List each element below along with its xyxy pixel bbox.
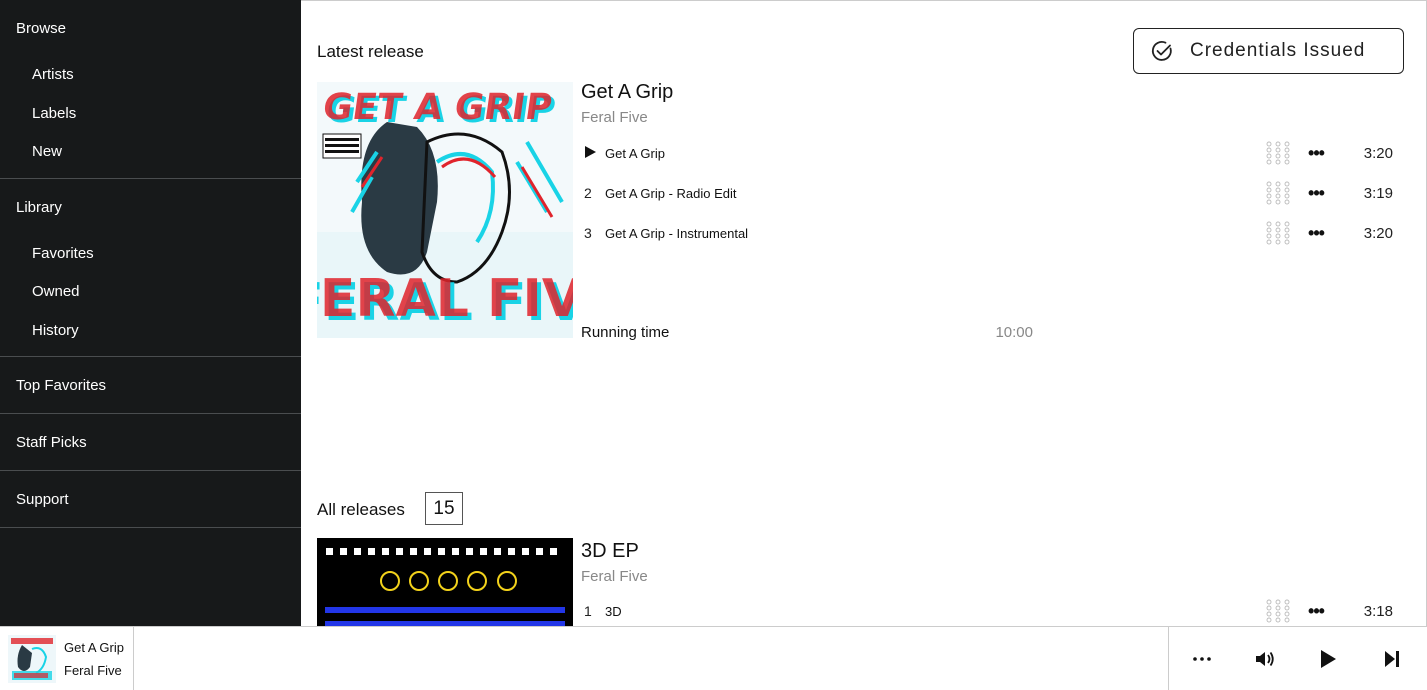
sidebar-item-artists[interactable]: Artists (0, 56, 301, 95)
sidebar-section-browse: Browse Artists Labels New (0, 0, 301, 179)
svg-text:GET A GRIP: GET A GRIP (320, 85, 555, 128)
track-title: Get A Grip - Radio Edit (605, 185, 737, 201)
sidebar-section-staff-picks: Staff Picks (0, 414, 301, 471)
track-title: Get A Grip (605, 145, 665, 161)
release-artist[interactable]: Feral Five (581, 109, 648, 126)
sidebar-item-top-favorites[interactable]: Top Favorites (0, 357, 301, 413)
drag-handle-icon[interactable] (1265, 220, 1291, 246)
release-count-badge: 15 (425, 492, 463, 525)
track-row[interactable]: 1 3D ••• 3:18 (581, 597, 1393, 625)
main-content: Latest release Credentials Issued GET A … (301, 0, 1427, 626)
now-playing-artist[interactable]: Feral Five (64, 663, 122, 678)
sidebar-item-labels[interactable]: Labels (0, 95, 301, 134)
drag-handle-icon[interactable] (1265, 598, 1291, 624)
sidebar-item-favorites[interactable]: Favorites (0, 235, 301, 274)
track-number: 1 (584, 603, 592, 619)
album-cover-art (317, 538, 573, 626)
track-more-icon[interactable]: ••• (1301, 144, 1331, 162)
sidebar-item-staff-picks[interactable]: Staff Picks (0, 414, 301, 470)
track-more-icon[interactable]: ••• (1301, 224, 1331, 242)
play-icon[interactable] (581, 145, 605, 161)
track-title: 3D (605, 603, 622, 619)
track-row[interactable]: 3 Get A Grip - Instrumental ••• 3:20 (581, 219, 1393, 247)
track-more-icon[interactable]: ••• (1301, 184, 1331, 202)
album-cover-get-a-grip[interactable]: GET A GRIP GET A GRIP FERAL FIVE FERAL F… (317, 82, 573, 338)
player-bar: Get A Grip Feral Five (0, 626, 1427, 690)
svg-text:FERAL FIVE: FERAL FIVE (317, 269, 573, 329)
sidebar-item-browse[interactable]: Browse (0, 0, 301, 56)
player-divider (133, 627, 134, 690)
release-title[interactable]: 3D EP (581, 540, 639, 563)
check-circle-icon (1151, 41, 1172, 61)
now-playing-title[interactable]: Get A Grip (64, 640, 124, 655)
track-more-icon[interactable]: ••• (1301, 602, 1331, 620)
sidebar-item-new[interactable]: New (0, 133, 301, 172)
drag-handle-icon[interactable] (1265, 180, 1291, 206)
more-icon[interactable] (1188, 645, 1216, 673)
track-number: 2 (584, 185, 592, 201)
sidebar-item-library[interactable]: Library (0, 179, 301, 235)
track-duration: 3:19 (1363, 184, 1393, 202)
credentials-issued-label: Credentials Issued (1190, 40, 1366, 61)
sidebar-section-library: Library Favorites Owned History (0, 179, 301, 357)
track-duration: 3:20 (1363, 224, 1393, 242)
player-divider (1168, 627, 1169, 690)
sidebar-item-owned[interactable]: Owned (0, 273, 301, 312)
release-title[interactable]: Get A Grip (581, 81, 673, 104)
release-artist[interactable]: Feral Five (581, 568, 648, 585)
skip-next-icon[interactable] (1378, 645, 1406, 673)
volume-icon[interactable] (1251, 645, 1279, 673)
sidebar-item-history[interactable]: History (0, 312, 301, 351)
latest-release-heading: Latest release (317, 42, 424, 61)
credentials-issued-button[interactable]: Credentials Issued (1133, 28, 1404, 74)
album-cover-art: GET A GRIP GET A GRIP FERAL FIVE FERAL F… (317, 82, 573, 338)
running-time-value: 10:00 (995, 324, 1033, 341)
track-duration: 3:20 (1363, 144, 1393, 162)
sidebar: Browse Artists Labels New Library Favori… (0, 0, 301, 626)
all-releases-heading: All releases (317, 500, 405, 519)
track-row[interactable]: 2 Get A Grip - Radio Edit ••• 3:19 (581, 179, 1393, 207)
drag-handle-icon[interactable] (1265, 140, 1291, 166)
track-duration: 3:18 (1363, 602, 1393, 620)
sidebar-item-support[interactable]: Support (0, 471, 301, 527)
running-time: Running time 10:00 (581, 324, 1033, 341)
track-number: 3 (584, 225, 592, 241)
sidebar-section-support: Support (0, 471, 301, 528)
sidebar-section-top-favorites: Top Favorites (0, 357, 301, 414)
running-time-label: Running time (581, 324, 670, 341)
now-playing-cover[interactable] (8, 635, 56, 683)
now-playing-art (8, 635, 56, 683)
album-cover-3d-ep[interactable] (317, 538, 573, 626)
track-row[interactable]: Get A Grip ••• 3:20 (581, 139, 1393, 167)
play-icon[interactable] (1314, 645, 1342, 673)
track-title: Get A Grip - Instrumental (605, 225, 749, 241)
